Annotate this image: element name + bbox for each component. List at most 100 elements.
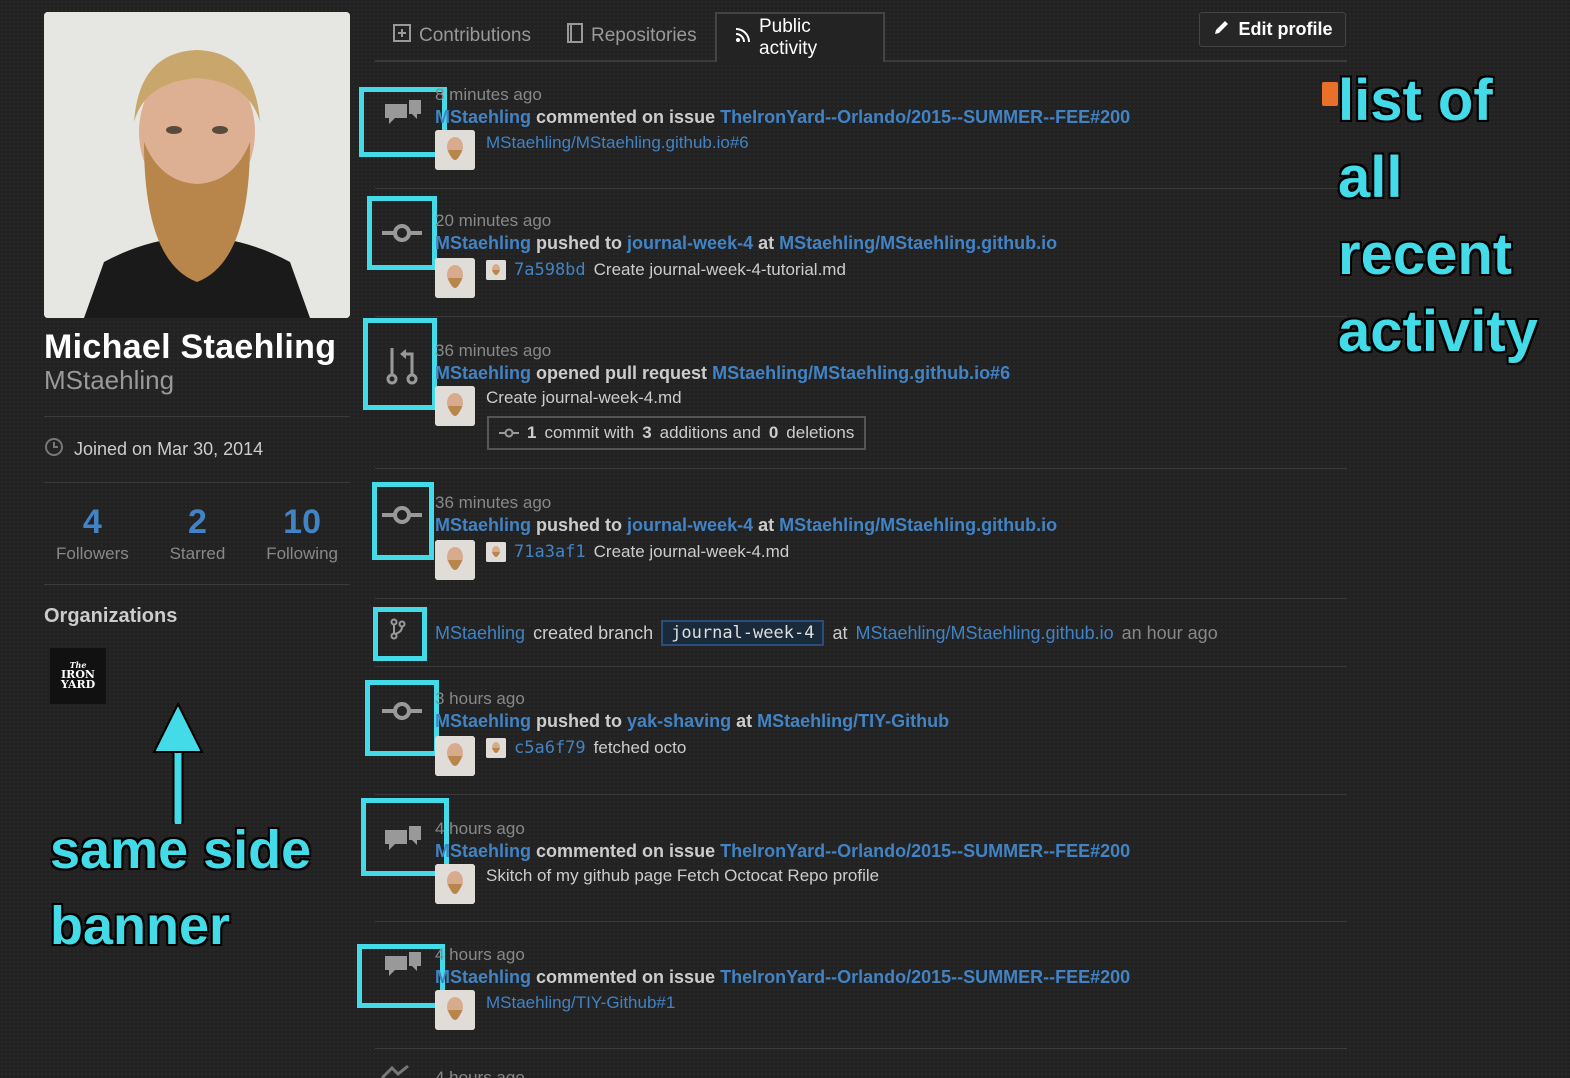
annotation-highlight: [363, 318, 437, 410]
commit-line: 71a3af1 Create journal-week-4.md: [486, 542, 789, 562]
branch-tag[interactable]: journal-week-4: [661, 620, 825, 646]
stat-followers[interactable]: 4 Followers: [56, 503, 129, 564]
divider: [375, 468, 1347, 469]
divider: [375, 794, 1347, 795]
committer-avatar[interactable]: [486, 542, 506, 562]
commit-message: fetched octo: [593, 738, 687, 757]
plus-square-icon: [393, 24, 411, 48]
user-link[interactable]: MStaehling: [435, 841, 531, 861]
annotation-line: all: [1338, 145, 1403, 210]
tab-public-activity[interactable]: Public activity: [715, 12, 885, 62]
user-avatar[interactable]: [435, 990, 475, 1030]
starred-count[interactable]: 2: [170, 503, 226, 542]
rss-feed-icon[interactable]: [1322, 82, 1338, 106]
tab-label: Contributions: [419, 25, 531, 46]
user-avatar[interactable]: [435, 864, 475, 904]
commit-line: c5a6f79 fetched octo: [486, 738, 686, 758]
profile-stats: 4 Followers 2 Starred 10 Following: [44, 503, 350, 564]
activity-title: MStaehling created branch journal-week-4…: [435, 620, 1218, 646]
tab-repositories[interactable]: Repositories: [549, 12, 715, 60]
stat-starred[interactable]: 2 Starred: [170, 503, 226, 564]
tab-contributions[interactable]: Contributions: [375, 12, 549, 60]
branch-link[interactable]: yak-shaving: [627, 711, 731, 731]
divider: [44, 584, 350, 585]
annotation-highlight: [373, 607, 427, 661]
user-avatar[interactable]: [435, 386, 475, 426]
repo-link[interactable]: MStaehling/TIY-Github: [757, 711, 949, 731]
user-avatar[interactable]: [435, 130, 475, 170]
committer-avatar[interactable]: [486, 260, 506, 280]
push-icon: [375, 1062, 415, 1078]
pr-description: Create journal-week-4.md: [486, 388, 682, 408]
annotation-arrow: [152, 702, 204, 824]
user-avatar[interactable]: [435, 258, 475, 298]
activity-item: 4 hours ago MStaehling commented on issu…: [361, 798, 1347, 922]
commit-sha-link[interactable]: 7a598bd: [514, 260, 586, 280]
annotation-line: recent: [1338, 222, 1513, 287]
user-link[interactable]: MStaehling: [435, 967, 531, 987]
profile-avatar[interactable]: [44, 12, 350, 318]
divider: [375, 316, 1347, 317]
action-text: pushed to: [536, 515, 623, 535]
repo-link[interactable]: MStaehling/MStaehling.github.io: [779, 233, 1057, 253]
user-link[interactable]: MStaehling: [435, 623, 525, 644]
followers-count[interactable]: 4: [56, 503, 129, 542]
annotation-line: activity: [1338, 299, 1538, 364]
activity-time: 8 minutes ago: [435, 85, 542, 104]
detail-link[interactable]: MStaehling/TIY-Github#1: [486, 993, 675, 1013]
activity-time: 4 hours ago: [435, 819, 525, 838]
activity-title: MStaehling commented on issue TheIronYar…: [435, 841, 1130, 862]
action-text: commented on issue: [536, 967, 716, 987]
book-icon: [567, 23, 583, 49]
commit-line: 7a598bd Create journal-week-4-tutorial.m…: [486, 260, 846, 280]
following-label: Following: [266, 544, 338, 563]
branch-link[interactable]: journal-week-4: [627, 233, 753, 253]
pull-request-link[interactable]: MStaehling/MStaehling.github.io#6: [712, 363, 1010, 383]
issue-link[interactable]: TheIronYard--Orlando/2015--SUMMER--FEE#2…: [720, 841, 1130, 861]
issue-link[interactable]: TheIronYard--Orlando/2015--SUMMER--FEE#2…: [720, 967, 1130, 987]
activity-title: MStaehling commented on issue TheIronYar…: [435, 107, 1130, 128]
branch-link[interactable]: journal-week-4: [627, 515, 753, 535]
edit-profile-button[interactable]: Edit profile: [1199, 12, 1346, 47]
comment-text: Skitch of my github page Fetch Octocat R…: [486, 866, 880, 885]
org-logo-iron-yard[interactable]: The IRON YARD: [50, 648, 106, 704]
user-link[interactable]: MStaehling: [435, 515, 531, 535]
divider: [375, 1048, 1347, 1049]
commit-icon: [499, 423, 519, 443]
annotation-highlight: [357, 944, 445, 1008]
activity-title: MStaehling pushed to journal-week-4 at M…: [435, 515, 1057, 536]
at-text: at: [832, 622, 848, 643]
tab-label: Repositories: [591, 25, 697, 46]
repo-link[interactable]: MStaehling/MStaehling.github.io: [779, 515, 1057, 535]
committer-avatar[interactable]: [486, 738, 506, 758]
joined-date: Joined on Mar 30, 2014: [44, 437, 350, 462]
action-text: commented on issue: [536, 107, 716, 127]
user-link[interactable]: MStaehling: [435, 233, 531, 253]
user-link[interactable]: MStaehling: [435, 363, 531, 383]
edit-profile-label: Edit profile: [1238, 19, 1333, 39]
stat-following[interactable]: 10 Following: [266, 503, 338, 564]
user-link[interactable]: MStaehling: [435, 107, 531, 127]
activity-time: 36 minutes ago: [435, 341, 552, 360]
detail-link[interactable]: MStaehling/MStaehling.github.io#6: [486, 133, 749, 153]
activity-title: MStaehling pushed to yak-shaving at MSta…: [435, 711, 949, 732]
commit-sha-link[interactable]: 71a3af1: [514, 542, 586, 562]
deletions-count: 0: [768, 423, 779, 442]
organizations-heading: Organizations: [44, 605, 178, 627]
action-text: commented on issue: [536, 841, 716, 861]
activity-title: MStaehling pushed to journal-week-4 at M…: [435, 233, 1057, 254]
rss-icon: [735, 27, 751, 49]
issue-link[interactable]: TheIronYard--Orlando/2015--SUMMER--FEE#2…: [720, 107, 1130, 127]
user-link[interactable]: MStaehling: [435, 711, 531, 731]
user-avatar[interactable]: [435, 540, 475, 580]
repo-link[interactable]: MStaehling/MStaehling.github.io: [855, 623, 1113, 644]
annotation-right: list of all recent activity: [1338, 62, 1538, 370]
commit-summary-box[interactable]: 1 commit with 3 additions and 0 deletion…: [487, 416, 867, 450]
commit-sha-link[interactable]: c5a6f79: [514, 738, 586, 758]
user-avatar[interactable]: [435, 736, 475, 776]
action-text: pushed to: [536, 233, 623, 253]
activity-detail: MStaehling/MStaehling.github.io#6: [486, 133, 749, 153]
following-count[interactable]: 10: [266, 503, 338, 542]
activity-time: 36 minutes ago: [435, 493, 552, 512]
at-text: at: [736, 711, 753, 731]
